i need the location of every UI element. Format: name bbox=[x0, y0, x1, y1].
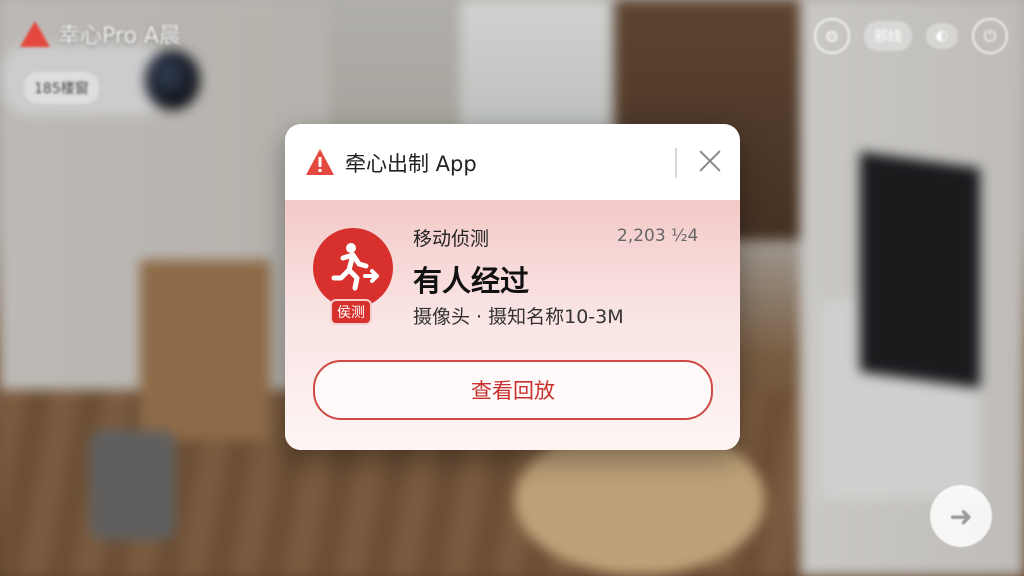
settings-icon[interactable]: ⚙ bbox=[813, 18, 850, 54]
app-name: 牵心出制 App bbox=[345, 152, 477, 176]
event-source: 摄像头 · 摄知名称10-3M bbox=[413, 306, 624, 328]
close-icon[interactable] bbox=[695, 146, 725, 176]
camera-title: 幸心Pro A晨 bbox=[20, 18, 181, 50]
power-icon[interactable]: ⏻ bbox=[972, 18, 1008, 54]
event-type: 移动侦测 bbox=[413, 228, 490, 250]
card-header: 牵心出制 App bbox=[285, 124, 740, 200]
camera-title-text: 幸心Pro A晨 bbox=[58, 24, 181, 49]
header-divider bbox=[675, 148, 677, 178]
status-pill[interactable]: 邪线 bbox=[863, 21, 912, 51]
top-right-controls: ⚙ 邪线 ◐ ⏻ bbox=[813, 18, 1008, 54]
view-playback-button[interactable]: 查看回放 bbox=[313, 360, 713, 420]
alert-content: 侯测 移动侦测 2,203 ½4 有人经过 摄像头 · 摄知名称10-3M 查看… bbox=[285, 200, 740, 450]
camera-subtitle: 185楼窗 bbox=[24, 72, 99, 104]
event-title: 有人经过 bbox=[413, 264, 530, 298]
badge-label: 侯测 bbox=[330, 299, 372, 325]
toggle-pill[interactable]: ◐ bbox=[925, 23, 958, 49]
warning-icon bbox=[20, 21, 50, 47]
arrow-right-icon[interactable]: ➜ bbox=[930, 485, 992, 547]
warning-icon bbox=[306, 149, 334, 175]
event-time: 2,203 ½4 bbox=[617, 226, 699, 246]
running-person-icon bbox=[313, 228, 393, 308]
motion-alert-card: 牵心出制 App 侯测 移动侦测 2,203 ½4 有人经过 摄像头 · 摄知名… bbox=[285, 124, 740, 450]
